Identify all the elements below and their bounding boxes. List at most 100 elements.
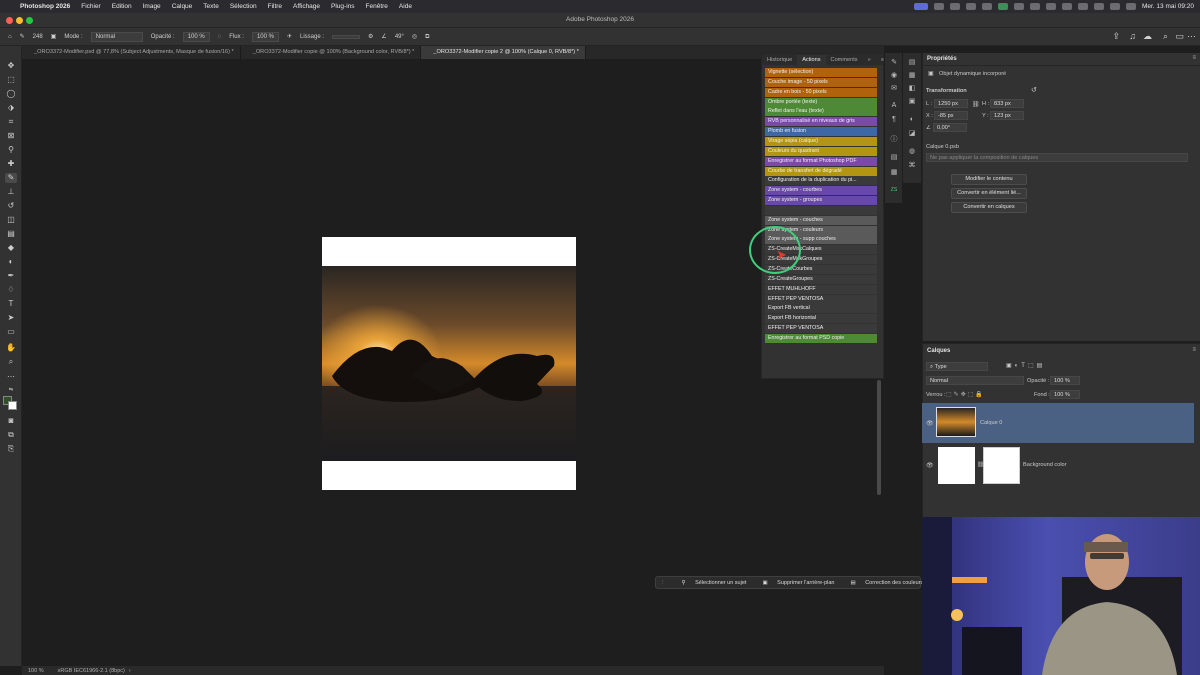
brush-settings-icon[interactable]: ▣ [51,34,57,40]
path-select-tool-icon[interactable]: ➤ [5,313,17,323]
tab-comments[interactable]: Comments [826,57,863,65]
background-color-swatch[interactable] [8,401,17,410]
layer-filter-select[interactable]: ⌕ Type [926,362,988,371]
menu-item-affichage[interactable]: Affichage [293,3,320,10]
panel-menu-icon[interactable]: ≡ [1192,347,1196,353]
brush-settings-panel-icon[interactable]: ✎ [889,58,899,67]
screen-mode-icon[interactable]: ⧉ [5,430,17,440]
quick-mask-icon[interactable]: ◙ [5,416,17,426]
menu-item-selection[interactable]: Sélection [230,3,257,10]
y-input[interactable]: 123 px [990,111,1024,120]
menu-item-texte[interactable]: Texte [203,3,219,10]
drag-handle-icon[interactable]: ⋮ [660,580,666,586]
tray-app-icon[interactable] [913,3,928,10]
document-tab[interactable]: _ORO3372-Modifier copie @ 100% (Backgrou… [241,46,422,59]
marquee-tool-icon[interactable]: ⬚ [5,75,17,85]
gear-icon[interactable]: ⚙ [368,34,373,40]
action-item[interactable]: RVB personnalisé en niveaux de gris [765,117,877,127]
tab-actions[interactable]: Actions [797,55,826,65]
battery-icon[interactable] [1077,3,1088,10]
search-icon[interactable] [1109,3,1120,10]
action-item[interactable]: EFFET MUHLHOFF [765,284,877,294]
opacity-input[interactable]: 100 % [182,31,210,42]
type-tool-icon[interactable]: T [5,299,17,309]
angle-input[interactable]: 0,00° [933,123,967,132]
x-input[interactable]: -85 px [934,111,968,120]
gradient-tool-icon[interactable]: ▤ [5,229,17,239]
actions-scrollbar[interactable] [877,380,881,495]
layer-name[interactable]: Background color [1023,462,1067,468]
action-item[interactable]: Zone system - courbes [765,186,877,196]
more-icon[interactable]: ⋯ [1187,32,1196,41]
action-item[interactable]: Zone system - groupes [765,196,877,206]
action-item[interactable]: EFFET PEP VENTOSA [765,294,877,304]
action-item[interactable]: Configuration de la duplication du pi... [765,176,877,186]
brush-size[interactable]: 248 [33,34,43,40]
color-correction-button[interactable]: ▤ Correction des couleurs [842,580,923,586]
action-item[interactable] [765,205,877,215]
character-panel-icon[interactable]: A [889,101,899,110]
action-item[interactable]: Vignette (sélection) [765,68,877,77]
wifi-icon[interactable] [1093,3,1104,10]
blur-tool-icon[interactable]: ◆ [5,243,17,253]
color-profile[interactable]: sRGB IEC61966-2.1 (8bpc) [58,668,125,674]
tray-app-icon[interactable] [1061,3,1072,10]
pen-tool-icon[interactable]: ✒ [5,271,17,281]
visibility-eye-icon[interactable]: 👁 [926,462,934,469]
angle-value[interactable]: 49° [395,34,404,40]
menu-item-edition[interactable]: Edition [112,3,132,10]
action-item[interactable]: Export FB vertical [765,304,877,314]
cloud-icon[interactable]: ☁ [1143,32,1152,41]
action-item[interactable]: Export FB horizontal [765,314,877,324]
clock[interactable]: Mer. 13 mai 09:20 [1142,3,1194,10]
menu-item-filtre[interactable]: Filtre [268,3,282,10]
histogram-panel-icon[interactable]: ⌘ [907,161,917,170]
move-tool-icon[interactable]: ✥ [5,61,17,71]
tray-app-icon[interactable] [949,3,960,10]
properties-panel-icon[interactable]: ▤ [907,58,917,67]
airbrush-icon[interactable]: ✈ [287,34,292,40]
search-icon[interactable]: ⌕ [1163,32,1168,41]
edit-toolbar-icon[interactable]: ⎘ [5,444,17,454]
zoom-tool-icon[interactable]: ⌕ [5,357,17,367]
menu-item-fichier[interactable]: Fichier [81,3,101,10]
menu-item-plugins[interactable]: Plug-ins [331,3,354,10]
color-panel-icon[interactable]: ▣ [907,97,917,106]
hand-tool-icon[interactable]: ✋ [5,343,17,353]
layer-comp-select[interactable]: Ne pas appliquer la composition de calqu… [926,153,1188,162]
action-item[interactable]: Enregistrer au format Photoshop PDF [765,156,877,166]
clone-stamp-tool-icon[interactable]: ⊥ [5,187,17,197]
angle-icon[interactable]: ∠ [381,34,386,40]
lasso-tool-icon[interactable]: ◯ [5,89,17,99]
more-tools-icon[interactable]: ⋯ [5,372,17,382]
action-item[interactable]: EFFET PEP VENTOSA [765,324,877,334]
share-icon[interactable]: ⇪ [1112,32,1120,41]
plugin-panel-icon[interactable]: ZS [889,186,899,195]
visibility-eye-icon[interactable]: 👁 [926,420,934,427]
timeline-panel-icon[interactable]: ▦ [889,168,899,177]
libraries-panel-icon[interactable]: ▦ [907,71,917,80]
dodge-tool-icon[interactable]: ◐ [5,257,17,267]
frame-tool-icon[interactable]: ⊠ [5,131,17,141]
menu-item-image[interactable]: Image [143,3,161,10]
tray-app-icon[interactable] [933,3,944,10]
convert-to-linked-button[interactable]: Convertir en élément lié... [951,188,1027,199]
workspace-icon[interactable]: ▭ [1175,32,1184,41]
edit-contents-button[interactable]: Modifier le contenu [951,174,1027,185]
menu-app-name[interactable]: Photoshop 2026 [20,3,70,10]
tray-app-icon[interactable] [981,3,992,10]
history-brush-tool-icon[interactable]: ↺ [5,201,17,211]
menu-item-aide[interactable]: Aide [399,3,412,10]
menu-item-fenetre[interactable]: Fenêtre [366,3,388,10]
comments-panel-icon[interactable]: ✉ [889,84,899,93]
tray-app-icon[interactable] [1045,3,1056,10]
styles-panel-icon[interactable]: ◐ [907,115,917,124]
document-tab-active[interactable]: _ORO3372-Modifier copie 2 @ 100% (Calque… [421,46,586,59]
layer-mask-thumbnail[interactable] [983,447,1020,484]
pressure-opacity-icon[interactable]: ◌ [218,34,222,40]
action-item[interactable]: Couche image - 50 pixels [765,77,877,87]
pen-curvature-tool-icon[interactable]: ♢ [5,285,17,295]
action-item[interactable]: Ombre portée (texte) [765,97,877,107]
tab-historique[interactable]: Historique [762,57,797,65]
flow-input[interactable]: 100 % [251,31,279,42]
